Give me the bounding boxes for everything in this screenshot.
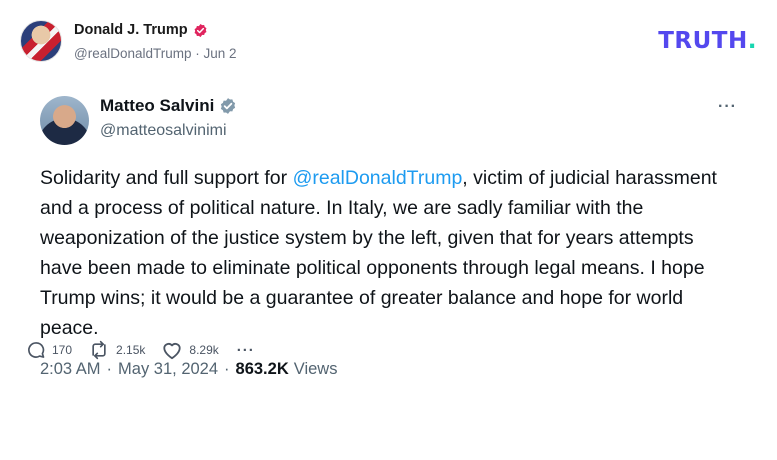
tweet-text: Solidarity and full support for @realDon… [40, 163, 740, 343]
tweet-author-handle[interactable]: @matteosalvinimi [100, 122, 227, 140]
more-options-icon[interactable]: ··· [718, 98, 737, 116]
like-button[interactable]: 8.29k [161, 340, 219, 360]
meta-separator: · [224, 360, 230, 378]
tweet-author-avatar[interactable] [40, 96, 89, 145]
retruth-button[interactable]: 2.15k [88, 340, 145, 360]
tweet-meta: 2:03 AM · May 31, 2024 · 863.2K Views [40, 360, 337, 379]
retruth-icon [88, 340, 110, 360]
tweet-date[interactable]: May 31, 2024 [118, 360, 218, 379]
like-count: 8.29k [189, 343, 219, 357]
more-actions-button[interactable]: ··· [235, 342, 255, 359]
tweet-author-name[interactable]: Matteo Salvini [100, 96, 214, 116]
post-meta: @realDonaldTrump · Jun 2 [74, 46, 237, 61]
gray-verified-badge-icon [219, 97, 237, 115]
reply-icon [26, 340, 46, 360]
verified-badge-icon [193, 23, 208, 38]
embedded-tweet[interactable]: Matteo Salvini @matteosalvinimi ··· Soli… [0, 80, 777, 460]
tweet-text-start: Solidarity and full support for [40, 167, 293, 189]
tweet-text-end: , victim of judicial harassment and a pr… [40, 167, 717, 339]
author-avatar[interactable] [20, 20, 62, 62]
reply-button[interactable]: 170 [26, 340, 72, 360]
reply-count: 170 [52, 343, 73, 357]
ellipsis-icon: ··· [236, 341, 255, 359]
truth-post-header: Donald J. Trump @realDonaldTrump · Jun 2… [0, 0, 777, 80]
mention-link[interactable]: @realDonaldTrump [293, 167, 463, 189]
heart-icon [161, 340, 183, 360]
meta-separator: · [195, 46, 200, 61]
truth-logo: TRUTH. [658, 28, 757, 54]
tweet-author-name-row: Matteo Salvini [100, 96, 237, 116]
tweet-time[interactable]: 2:03 AM [40, 360, 101, 379]
views-count: 863.2K [235, 360, 289, 378]
retruth-count: 2.15k [116, 343, 146, 357]
truth-logo-text: TRUTH [658, 28, 748, 54]
action-bar: 170 2.15k 8.29k ··· [26, 338, 271, 362]
views-label: Views [293, 360, 338, 378]
author-handle[interactable]: @realDonaldTrump [74, 46, 192, 61]
meta-separator: · [106, 360, 113, 378]
author-name-row: Donald J. Trump [74, 22, 208, 38]
author-name[interactable]: Donald J. Trump [74, 22, 188, 38]
post-date[interactable]: Jun 2 [204, 46, 237, 61]
truth-logo-dot: . [747, 28, 757, 54]
